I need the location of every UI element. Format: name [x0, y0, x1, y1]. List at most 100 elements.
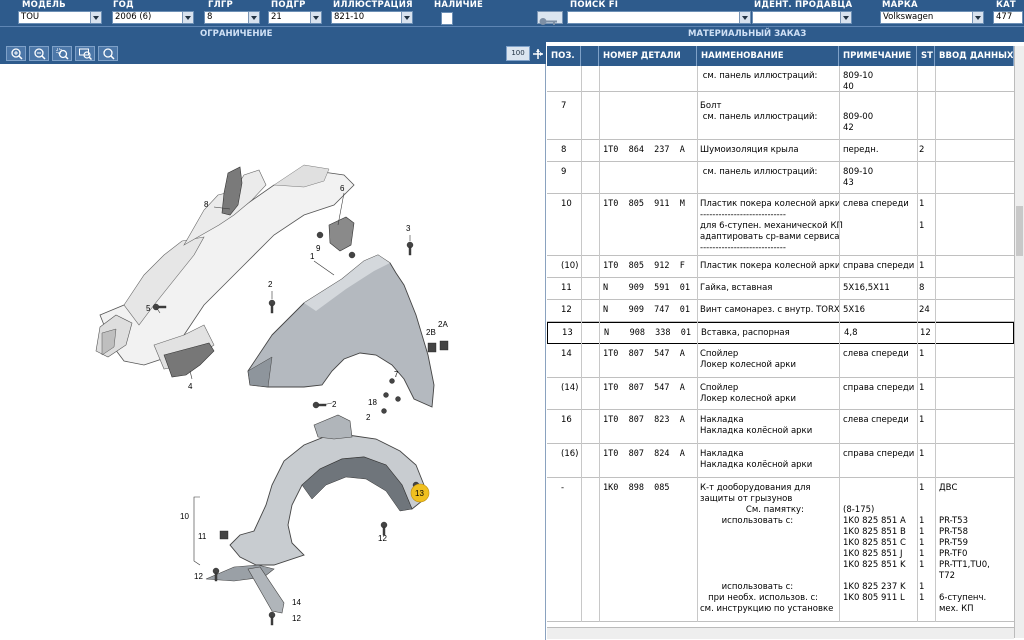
callout-10: 10 [180, 512, 189, 521]
chevron-down-icon[interactable] [840, 12, 851, 23]
cell-name: Спойлер Локер колесной арки [700, 349, 796, 370]
callout-1: 1 [310, 252, 315, 261]
horizontal-scrollbar[interactable] [547, 627, 1014, 639]
cell-qty: 1 [919, 349, 925, 359]
callout-13: 13 [415, 489, 424, 498]
cell-part: 1T0 864 237 A [603, 145, 685, 155]
grid-line [599, 66, 600, 622]
restriction-header: ОГРАНИЧЕНИЕ [200, 29, 273, 39]
col-mark[interactable] [581, 46, 599, 66]
page-indicator-value: 100 [511, 49, 525, 57]
col-qty[interactable]: ST [917, 46, 935, 66]
illustration-value: 821-10 [334, 12, 365, 22]
catalog-select[interactable]: 477 [993, 11, 1023, 24]
availability-checkbox[interactable] [441, 12, 453, 25]
search-fi-input[interactable] [567, 11, 751, 24]
seller-id-select[interactable] [752, 11, 852, 24]
zoom-area-button[interactable] [52, 46, 72, 61]
bracket-part-6 [328, 216, 355, 252]
cell-qty: 1 1 [919, 199, 925, 231]
callout-7: 7 [394, 370, 399, 379]
grid-line [917, 66, 918, 622]
cell-name: Пластик покера колесной арки -----------… [700, 199, 843, 253]
cell-pos: - [561, 483, 565, 493]
chevron-down-icon[interactable] [972, 12, 983, 23]
callout-3: 3 [406, 224, 411, 233]
zoom-in-button[interactable] [6, 46, 26, 61]
col-note[interactable]: ПРИМЕЧАНИЕ [839, 46, 917, 66]
cell-pos: (14) [561, 383, 579, 393]
illustration-select[interactable]: 821-10 [331, 11, 413, 24]
chevron-down-icon[interactable] [90, 12, 101, 23]
col-pos[interactable]: ПОЗ. [547, 46, 581, 66]
chevron-down-icon[interactable] [739, 12, 750, 23]
grid-line [697, 66, 698, 622]
cell-part: N 908 338 01 [604, 328, 691, 338]
table-row[interactable]: 8 1T0 864 237 A Шумоизоляция крыла передн. 2 [547, 140, 1014, 162]
model-select[interactable]: TOU [18, 11, 102, 24]
grid-line [935, 66, 936, 622]
parts-table-pane: ПОЗ. НОМЕР ДЕТАЛИ НАИМЕНОВАНИЕ ПРИМЕЧАНИ… [547, 42, 1024, 640]
table-row[interactable]: 14 1T0 807 547 A Спойлер Локер колесной ар… [547, 344, 1014, 378]
cell-note: 5X16,5X11 [843, 283, 890, 293]
subgroup-select[interactable]: 21 [268, 11, 322, 24]
callout-4: 4 [188, 382, 193, 391]
zoom-toolbar: 100 [0, 42, 546, 64]
table-row[interactable]: см. панель иллюстраций: 809-10 40 [547, 66, 1014, 92]
cell-part: 1T0 807 824 A [603, 449, 685, 459]
cell-name: см. панель иллюстраций: [700, 71, 818, 81]
table-row[interactable]: 9 см. панель иллюстраций: 809-10 43 [547, 162, 1014, 194]
table-row[interactable]: 10 1T0 805 911 M Пластик покера колесной а… [547, 194, 1014, 256]
group-select[interactable]: 8 [204, 11, 260, 24]
cell-name: Гайка, вставная [700, 283, 773, 293]
zoom-reset-button[interactable] [98, 46, 118, 61]
filter-bar: МОДЕЛЬ TOU ГОД 2006 (6) ГЛГР 8 ПОДГР 21 … [0, 0, 1024, 26]
expand-arrows-icon [533, 49, 543, 59]
chevron-down-icon[interactable] [248, 12, 259, 23]
table-row[interactable]: (16) 1T0 807 824 A Накладка Накладка колёс… [547, 444, 1014, 478]
cell-part: 1T0 805 911 M [603, 199, 685, 209]
cell-pos: (10) [561, 261, 579, 271]
table-row[interactable]: 13 N 908 338 01 Вставка, распорная 4,8 12 [547, 322, 1014, 344]
zoom-fit-button[interactable] [75, 46, 95, 61]
chevron-down-icon[interactable] [182, 12, 193, 23]
cell-note: (8-175) 1K0 825 851 A 1K0 825 851 B 1K0 … [843, 505, 906, 603]
zoom-out-button[interactable] [29, 46, 49, 61]
page-indicator[interactable]: 100 [506, 46, 530, 61]
table-row[interactable]: 11 N 909 591 01 Гайка, вставная 5X16,5X11 8 [547, 278, 1014, 300]
scroll-thumb[interactable] [1016, 206, 1023, 256]
model-label: МОДЕЛЬ [22, 0, 66, 10]
cell-note: передн. [843, 145, 879, 155]
cell-name: Винт самонарез. с внутр. TORX [700, 305, 840, 315]
wheel-arch-liner [205, 414, 425, 582]
parts-diagram: 8 6 3 1 9 5 2 2B 2A 4 7 2 18 2 13 10 11 … [95, 164, 448, 626]
chevron-down-icon[interactable] [401, 12, 412, 23]
table-row[interactable]: - 1K0 898 085 К-т дооборудования для защит… [547, 478, 1014, 622]
col-input[interactable]: ВВОД ДАННЫХ ПО [935, 46, 1014, 66]
col-part[interactable]: НОМЕР ДЕТАЛИ [599, 46, 697, 66]
chevron-down-icon[interactable] [310, 12, 321, 23]
fender-part-1 [247, 254, 435, 408]
vertical-scrollbar[interactable] [1014, 46, 1024, 638]
cell-note: 809-10 43 [843, 167, 874, 188]
year-label: ГОД [113, 0, 134, 10]
col-name[interactable]: НАИМЕНОВАНИЕ [697, 46, 839, 66]
brand-select[interactable]: Volkswagen [880, 11, 984, 24]
cell-pos: (16) [561, 449, 579, 459]
cell-qty: 2 [919, 145, 925, 155]
table-row[interactable]: 16 1T0 807 823 A Накладка Накладка колёсно… [547, 410, 1014, 444]
table-row[interactable]: 7 Болт см. панель иллюстраций: 809-00 42 [547, 96, 1014, 140]
cell-qty: 1 [919, 261, 925, 271]
callout-8: 8 [204, 200, 209, 209]
key-button[interactable] [537, 11, 563, 25]
expand-arrows-button[interactable] [532, 46, 544, 61]
cell-pos: 14 [561, 349, 572, 359]
cell-qty: 1 [919, 415, 925, 425]
table-row[interactable]: (14) 1T0 807 547 A Спойлер Локер колесной … [547, 378, 1014, 410]
cell-pos: 13 [562, 328, 573, 338]
table-row[interactable]: (10) 1T0 805 912 F Пластик покера колесной… [547, 256, 1014, 278]
year-select[interactable]: 2006 (6) [112, 11, 194, 24]
cell-note: слева спереди [843, 415, 909, 425]
cell-part: N 909 591 01 [603, 283, 690, 293]
table-row[interactable]: 12 N 909 747 01 Винт самонарез. с внутр. T… [547, 300, 1014, 322]
